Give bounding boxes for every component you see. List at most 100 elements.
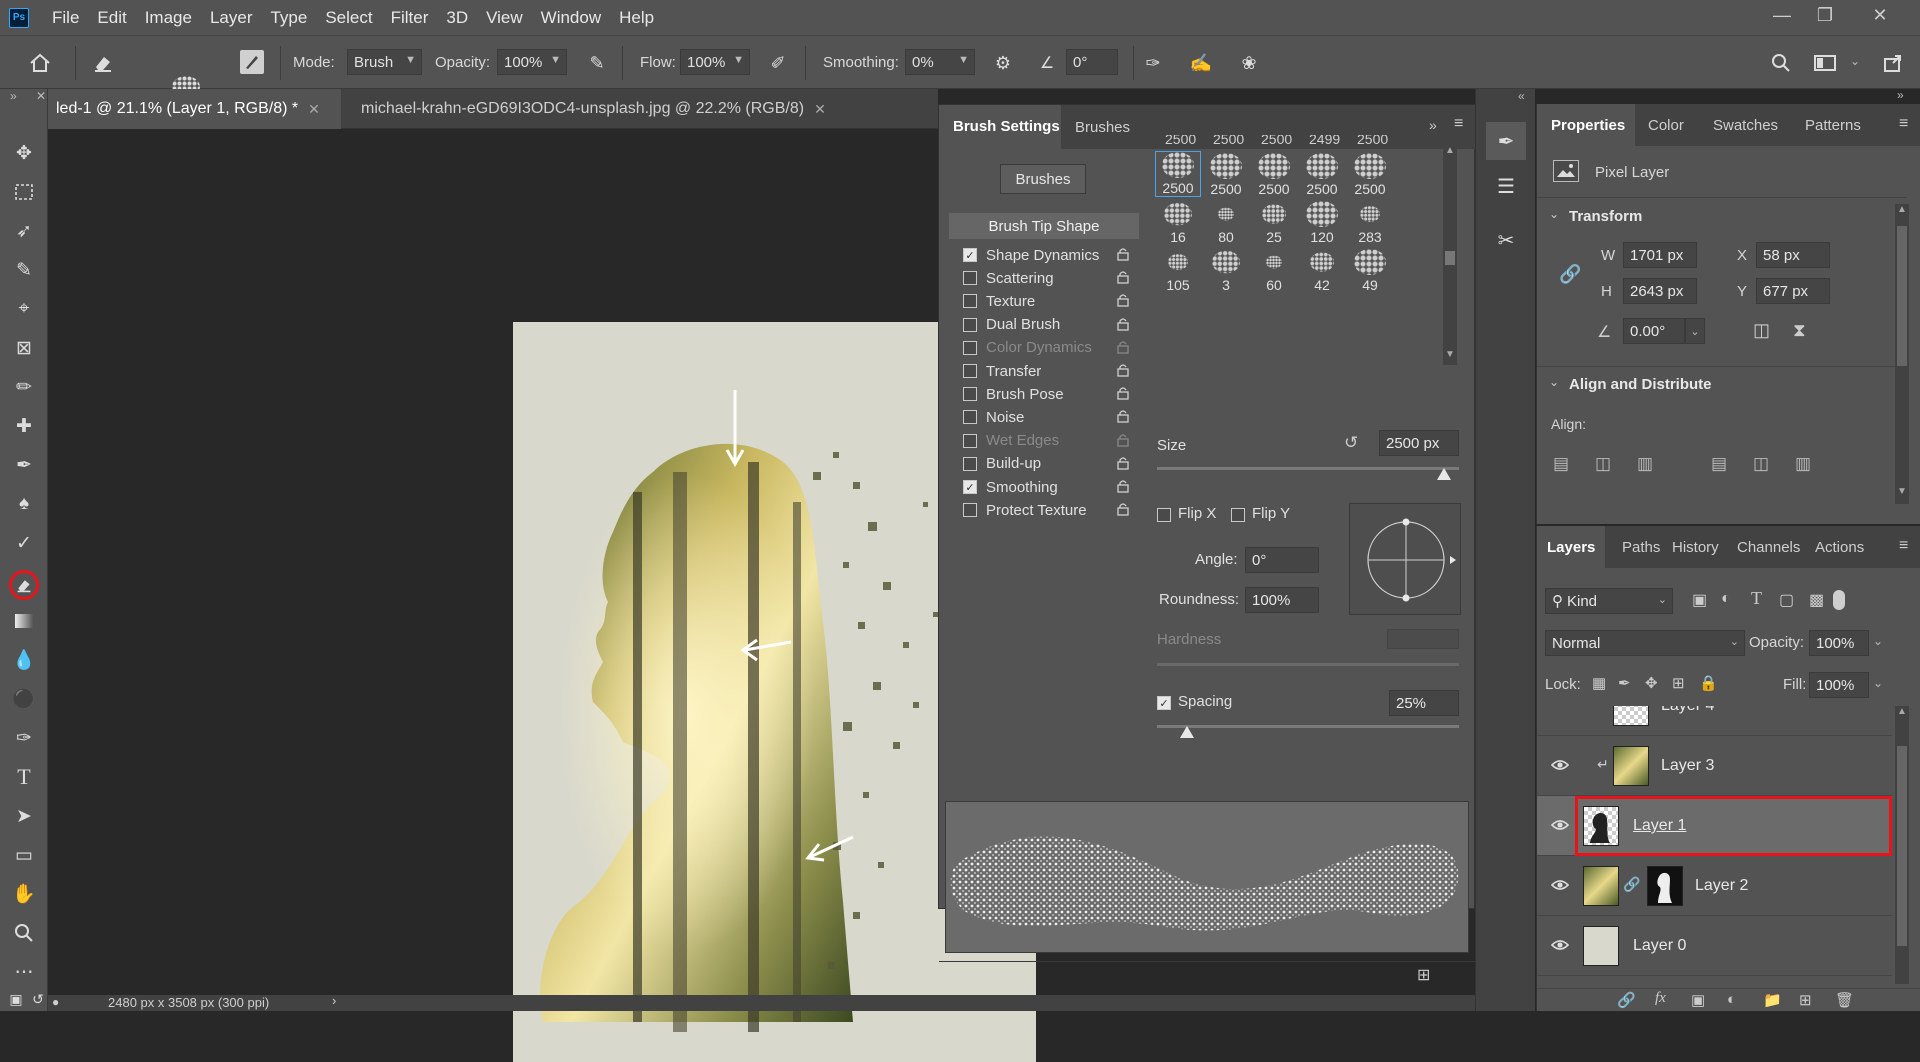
layers-scrollbar[interactable]: ▲ xyxy=(1895,706,1909,984)
layer-mask-thumbnail[interactable] xyxy=(1647,866,1683,906)
brush-setting-item[interactable]: Scattering xyxy=(949,265,1139,291)
collapse-dock-icon[interactable]: « xyxy=(1518,89,1525,103)
rotate-angle-input[interactable]: 0.00° xyxy=(1623,318,1685,344)
smoothing-input[interactable]: 0% ▼ xyxy=(905,49,975,75)
align-bottom-icon[interactable]: ▥ xyxy=(1795,454,1811,474)
brush-setting-checkbox[interactable] xyxy=(963,503,977,518)
menu-view[interactable]: View xyxy=(477,8,532,28)
brush-tip-preset[interactable]: 80 xyxy=(1203,199,1249,245)
layer-effects-icon[interactable]: fx xyxy=(1655,990,1666,1007)
brush-setting-item[interactable]: Transfer xyxy=(949,358,1139,384)
align-horizontal-center-icon[interactable]: ◫ xyxy=(1595,454,1611,474)
transform-collapse-icon[interactable]: ⌄ xyxy=(1549,207,1559,221)
tab-patterns[interactable]: Patterns xyxy=(1805,104,1861,146)
menu-type[interactable]: Type xyxy=(261,8,316,28)
brush-tip-preset[interactable]: 120 xyxy=(1299,199,1345,245)
x-input[interactable]: 58 px xyxy=(1756,242,1830,268)
panel-menu-icon[interactable]: ≡ xyxy=(1454,115,1463,133)
size-slider-thumb[interactable] xyxy=(1436,468,1451,480)
properties-menu-icon[interactable]: ≡ xyxy=(1899,115,1908,133)
menu-select[interactable]: Select xyxy=(316,8,381,28)
lock-icon[interactable] xyxy=(1117,317,1129,331)
filter-pixel-icon[interactable]: ▣ xyxy=(1692,590,1707,610)
blur-tool-icon[interactable]: 💧 xyxy=(12,648,36,672)
tab-brush-settings[interactable]: Brush Settings xyxy=(939,105,1061,149)
lock-icon[interactable] xyxy=(1117,363,1129,377)
brush-setting-item[interactable]: Dual Brush xyxy=(949,312,1139,338)
brush-tip-preset[interactable]: 2500 xyxy=(1347,151,1393,197)
lock-all-icon[interactable]: 🔒 xyxy=(1699,674,1718,692)
brush-tip-preset[interactable]: 2500 xyxy=(1155,151,1201,197)
close-window-icon[interactable]: ✕ xyxy=(1860,0,1900,30)
adjustments-dock-icon[interactable]: ☰ xyxy=(1486,167,1526,205)
brush-tip-preset[interactable]: 16 xyxy=(1155,199,1201,245)
gradient-tool-icon[interactable] xyxy=(12,609,36,633)
brush-setting-checkbox[interactable] xyxy=(963,340,977,355)
height-input[interactable]: 2643 px xyxy=(1623,278,1697,304)
filter-adjustment-icon[interactable]: ◐ xyxy=(1721,590,1731,608)
lock-position-icon[interactable]: ✥ xyxy=(1645,674,1658,692)
more-tools-icon[interactable]: ⋯ xyxy=(12,960,36,984)
tab-properties[interactable]: Properties xyxy=(1537,104,1635,146)
blend-mode-select[interactable]: Normal ⌄ xyxy=(1545,630,1745,656)
brush-setting-item[interactable]: Wet Edges xyxy=(949,428,1139,454)
mask-link-icon[interactable]: 🔗 xyxy=(1623,876,1640,893)
tab-document-active[interactable]: led-1 @ 21.1% (Layer 1, RGB/8) * ✕ xyxy=(48,89,341,129)
brush-tip-shape-item[interactable]: Brush Tip Shape xyxy=(949,213,1139,239)
lock-icon[interactable] xyxy=(1117,293,1129,308)
brush-tip-preset[interactable]: 25 xyxy=(1251,199,1297,245)
tool-presets-dock-icon[interactable]: ✂ xyxy=(1486,221,1526,259)
menu-layer[interactable]: Layer xyxy=(201,8,262,28)
visibility-eye-icon[interactable] xyxy=(1551,818,1569,832)
airbrush-icon[interactable]: ✐ xyxy=(765,50,791,76)
flip-vertical-icon[interactable]: ⧗ xyxy=(1793,320,1806,341)
mode-select[interactable]: Brush ▼ xyxy=(347,49,422,75)
move-tool-icon[interactable]: ✥ xyxy=(12,141,36,165)
expand-toolbar-icon[interactable]: » xyxy=(10,89,17,103)
brush-setting-checkbox[interactable] xyxy=(963,294,977,309)
lock-icon[interactable] xyxy=(1117,479,1129,493)
spacing-slider-track[interactable] xyxy=(1157,725,1459,728)
brush-setting-item[interactable]: ✓ Smoothing xyxy=(949,474,1139,500)
pen-tool-icon[interactable]: ✑ xyxy=(12,726,36,750)
lock-icon[interactable] xyxy=(1117,409,1129,424)
flip-x-checkbox[interactable] xyxy=(1157,508,1171,522)
angle-input[interactable]: 0° xyxy=(1245,547,1319,573)
brush-tip-preset[interactable]: 105 xyxy=(1155,247,1201,293)
tab-swatches[interactable]: Swatches xyxy=(1713,104,1778,146)
fill-chevron-icon[interactable]: ⌄ xyxy=(1873,676,1883,690)
visibility-eye-icon[interactable] xyxy=(1551,938,1569,952)
reset-size-icon[interactable]: ↺ xyxy=(1344,433,1358,453)
lock-icon[interactable] xyxy=(1117,270,1129,284)
brush-tip-preset[interactable]: 283 xyxy=(1347,199,1393,245)
fill-input[interactable]: 100% xyxy=(1809,672,1869,698)
new-brush-icon[interactable]: ⊞ xyxy=(1417,965,1430,985)
brush-setting-checkbox[interactable] xyxy=(963,387,977,402)
link-dimensions-icon[interactable]: 🔗 xyxy=(1559,264,1581,285)
layer-opacity-input[interactable]: 100% xyxy=(1809,630,1869,656)
tab-color[interactable]: Color xyxy=(1648,104,1684,146)
menu-window[interactable]: Window xyxy=(532,8,610,28)
minimize-icon[interactable]: — xyxy=(1762,0,1802,30)
share-icon[interactable] xyxy=(1880,50,1906,76)
healing-brush-tool-icon[interactable]: ✚ xyxy=(12,414,36,438)
brush-tip-preset[interactable]: 49 xyxy=(1347,247,1393,293)
align-left-icon[interactable]: ▤ xyxy=(1553,454,1569,474)
size-slider-track[interactable] xyxy=(1157,467,1459,470)
eraser-tool-icon[interactable] xyxy=(90,50,116,76)
tab-brushes[interactable]: Brushes xyxy=(1061,105,1141,149)
spacing-input[interactable]: 25% xyxy=(1389,690,1459,716)
status-chevron-icon[interactable]: › xyxy=(332,993,336,1008)
brush-setting-item[interactable]: Noise xyxy=(949,404,1139,430)
width-input[interactable]: 1701 px xyxy=(1623,242,1697,268)
layers-menu-icon[interactable]: ≡ xyxy=(1899,537,1908,555)
brush-setting-checkbox[interactable] xyxy=(963,456,977,471)
brush-setting-checkbox[interactable] xyxy=(963,317,977,332)
brush-tip-preset[interactable]: 2500 xyxy=(1251,151,1297,197)
flip-horizontal-icon[interactable]: ◫ xyxy=(1753,320,1770,341)
path-selection-tool-icon[interactable]: ➤ xyxy=(12,804,36,828)
brush-tip-preset[interactable]: 2500 xyxy=(1299,151,1345,197)
menu-help[interactable]: Help xyxy=(610,8,663,28)
link-layers-icon[interactable]: 🔗 xyxy=(1617,991,1636,1009)
eraser-tool-selected-icon[interactable] xyxy=(9,570,39,600)
